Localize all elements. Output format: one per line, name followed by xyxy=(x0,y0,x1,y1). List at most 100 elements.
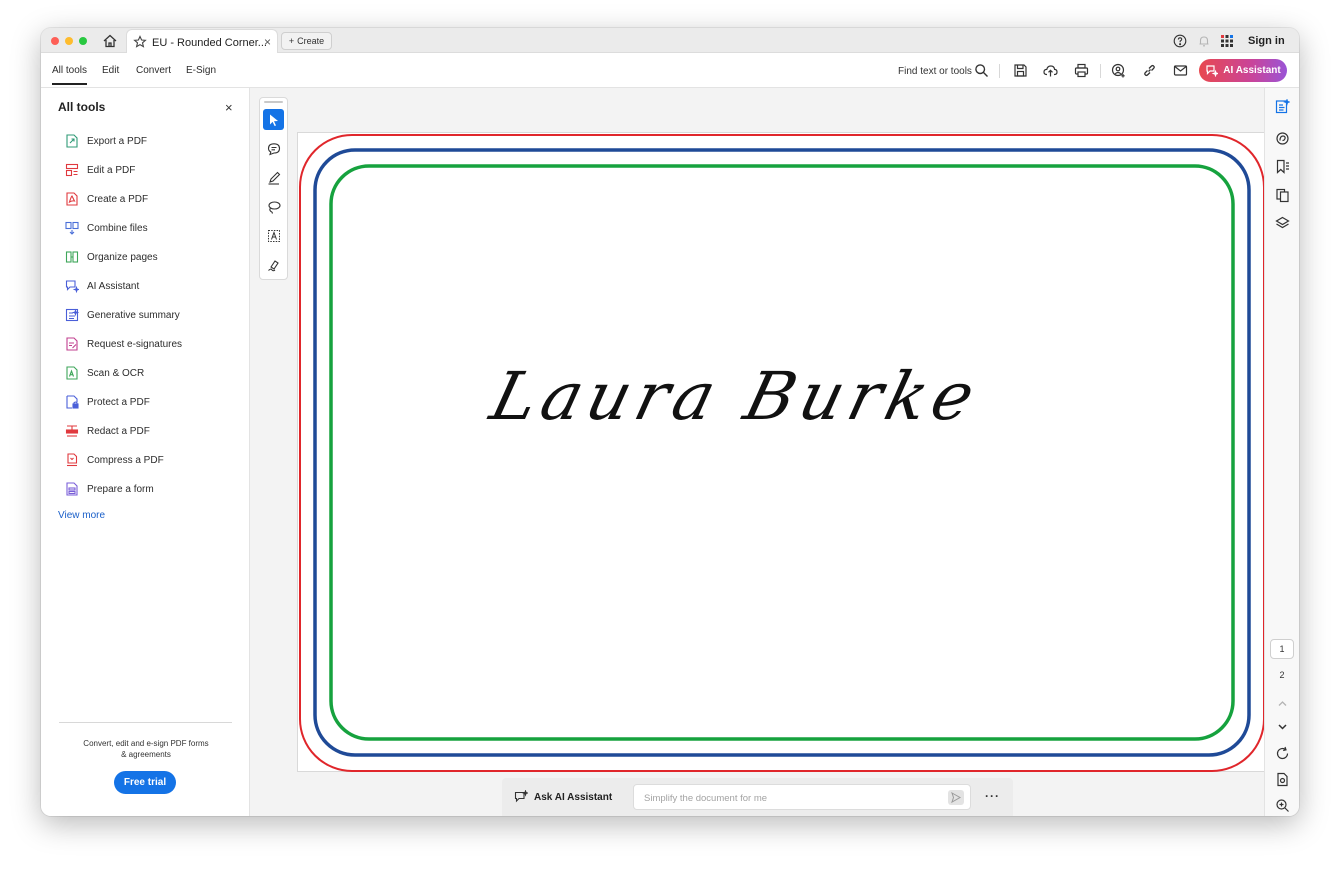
page-fit-icon[interactable] xyxy=(1275,772,1290,787)
tool-generative-summary[interactable]: Generative summary xyxy=(65,307,235,325)
close-icon[interactable]: × xyxy=(225,100,233,115)
tool-label: Compress a PDF xyxy=(87,455,164,466)
tool-label: Organize pages xyxy=(87,252,158,263)
menu-separator xyxy=(999,64,1000,78)
tool-export-pdf[interactable]: Export a PDF xyxy=(65,133,235,151)
pdf-page[interactable]: Laura Burke xyxy=(297,132,1265,772)
tool-organize-pages[interactable]: Organize pages xyxy=(65,249,235,267)
pages-icon[interactable] xyxy=(1275,188,1290,203)
tool-compress-pdf[interactable]: Compress a PDF xyxy=(65,452,235,470)
help-icon[interactable] xyxy=(1173,34,1187,48)
plus-icon: + xyxy=(288,36,295,46)
tool-label: Prepare a form xyxy=(87,484,154,495)
chevron-down-icon[interactable] xyxy=(1275,719,1290,734)
comments-icon[interactable] xyxy=(1275,131,1290,146)
bell-icon[interactable] xyxy=(1197,34,1211,48)
more-options-button[interactable]: ··· xyxy=(985,789,1000,803)
free-trial-button[interactable]: Free trial xyxy=(114,771,176,794)
tool-label: Generative summary xyxy=(87,310,180,321)
upload-icon[interactable] xyxy=(1043,63,1058,78)
inner-border xyxy=(329,164,1235,741)
view-more-link[interactable]: View more xyxy=(58,510,105,521)
menu-bar: All tools Edit Convert E-Sign Find text … xyxy=(41,53,1299,88)
page-number-1[interactable]: 1 xyxy=(1270,639,1294,659)
save-icon[interactable] xyxy=(1013,63,1028,78)
share-user-icon[interactable] xyxy=(1111,63,1126,78)
rotate-icon[interactable] xyxy=(1275,746,1290,761)
edit-pdf-icon xyxy=(65,163,79,177)
middle-border xyxy=(313,148,1251,757)
create-button[interactable]: + Create xyxy=(281,32,332,50)
prepare-form-icon xyxy=(66,482,78,496)
request-esign-icon xyxy=(66,337,78,351)
find-tools-label[interactable]: Find text or tools xyxy=(898,66,972,77)
send-button[interactable] xyxy=(948,790,964,805)
ask-ai-button[interactable]: Ask AI Assistant xyxy=(514,790,612,804)
tool-label: Request e-signatures xyxy=(87,339,183,350)
tab-label: EU - Rounded Corner... xyxy=(152,37,267,49)
ai-assistant-icon xyxy=(514,790,528,803)
promo-line: & agreements xyxy=(121,750,171,759)
zoom-window-button[interactable] xyxy=(79,37,87,45)
tool-label: Scan & OCR xyxy=(87,368,145,379)
ai-assistant-icon xyxy=(1206,65,1219,77)
menu-all-tools[interactable]: All tools xyxy=(52,65,88,85)
ai-assistant-label: AI Assistant xyxy=(1223,65,1281,76)
tool-label: AI Assistant xyxy=(87,281,140,292)
scan-ocr-icon xyxy=(66,366,78,380)
tool-label: Redact a PDF xyxy=(87,426,150,437)
apps-grid-icon[interactable] xyxy=(1220,34,1234,48)
document-tab[interactable]: EU - Rounded Corner... × xyxy=(126,29,278,54)
document-viewport: Laura Burke xyxy=(251,88,1265,816)
ai-assistant-button[interactable]: AI Assistant xyxy=(1199,59,1287,82)
tool-request-esignatures[interactable]: Request e-signatures xyxy=(65,336,235,354)
generative-summary-icon xyxy=(65,308,79,322)
star-icon[interactable] xyxy=(133,35,147,49)
compress-pdf-icon xyxy=(67,453,78,467)
minimize-window-button[interactable] xyxy=(65,37,73,45)
tool-ai-assistant[interactable]: AI Assistant xyxy=(65,278,235,296)
mail-icon[interactable] xyxy=(1173,63,1188,78)
ai-assistant-bar: Ask AI Assistant Simplify the document f… xyxy=(502,778,1013,816)
menu-separator xyxy=(1100,64,1101,78)
print-icon[interactable] xyxy=(1074,63,1089,78)
app-window: EU - Rounded Corner... × + Create Sign i… xyxy=(41,28,1299,816)
panel-title: All tools xyxy=(58,100,106,114)
tool-label: Create a PDF xyxy=(87,194,149,205)
menu-esign[interactable]: E-Sign xyxy=(186,65,216,76)
send-icon xyxy=(951,791,962,804)
tool-protect-pdf[interactable]: Protect a PDF xyxy=(65,394,235,412)
signature-text: Laura Burke xyxy=(483,358,988,435)
menu-edit[interactable]: Edit xyxy=(102,65,119,76)
ask-ai-placeholder: Simplify the document for me xyxy=(644,793,768,804)
create-label: Create xyxy=(297,36,325,46)
ai-summary-icon[interactable] xyxy=(1275,99,1290,114)
chevron-up-icon[interactable] xyxy=(1275,696,1290,711)
zoom-in-icon[interactable] xyxy=(1275,798,1290,813)
tool-label: Protect a PDF xyxy=(87,397,150,408)
rounded-border-frame xyxy=(299,134,1265,772)
layers-icon[interactable] xyxy=(1275,216,1290,231)
tool-edit-pdf[interactable]: Edit a PDF xyxy=(65,162,235,180)
home-icon[interactable] xyxy=(102,33,118,49)
tool-prepare-form[interactable]: Prepare a form xyxy=(65,481,235,499)
page-number-2[interactable]: 2 xyxy=(1270,665,1294,685)
tool-scan-ocr[interactable]: Scan & OCR xyxy=(65,365,235,383)
search-icon[interactable] xyxy=(974,63,989,78)
ask-ai-input[interactable]: Simplify the document for me xyxy=(633,784,971,810)
link-icon[interactable] xyxy=(1142,63,1157,78)
combine-files-icon xyxy=(65,221,79,235)
tool-combine-files[interactable]: Combine files xyxy=(65,220,235,238)
tool-label: Combine files xyxy=(87,223,148,234)
bookmark-icon[interactable] xyxy=(1275,159,1290,174)
tool-redact-pdf[interactable]: Redact a PDF xyxy=(65,423,235,441)
promo-line: Convert, edit and e-sign PDF forms xyxy=(83,739,209,748)
tab-close-icon[interactable]: × xyxy=(264,35,271,49)
close-window-button[interactable] xyxy=(51,37,59,45)
menu-convert[interactable]: Convert xyxy=(136,65,171,76)
tool-label: Edit a PDF xyxy=(87,165,136,176)
tool-create-pdf[interactable]: Create a PDF xyxy=(65,191,235,209)
sign-in-button[interactable]: Sign in xyxy=(1248,35,1285,47)
redact-pdf-icon xyxy=(65,425,79,437)
ask-ai-label: Ask AI Assistant xyxy=(534,791,613,803)
